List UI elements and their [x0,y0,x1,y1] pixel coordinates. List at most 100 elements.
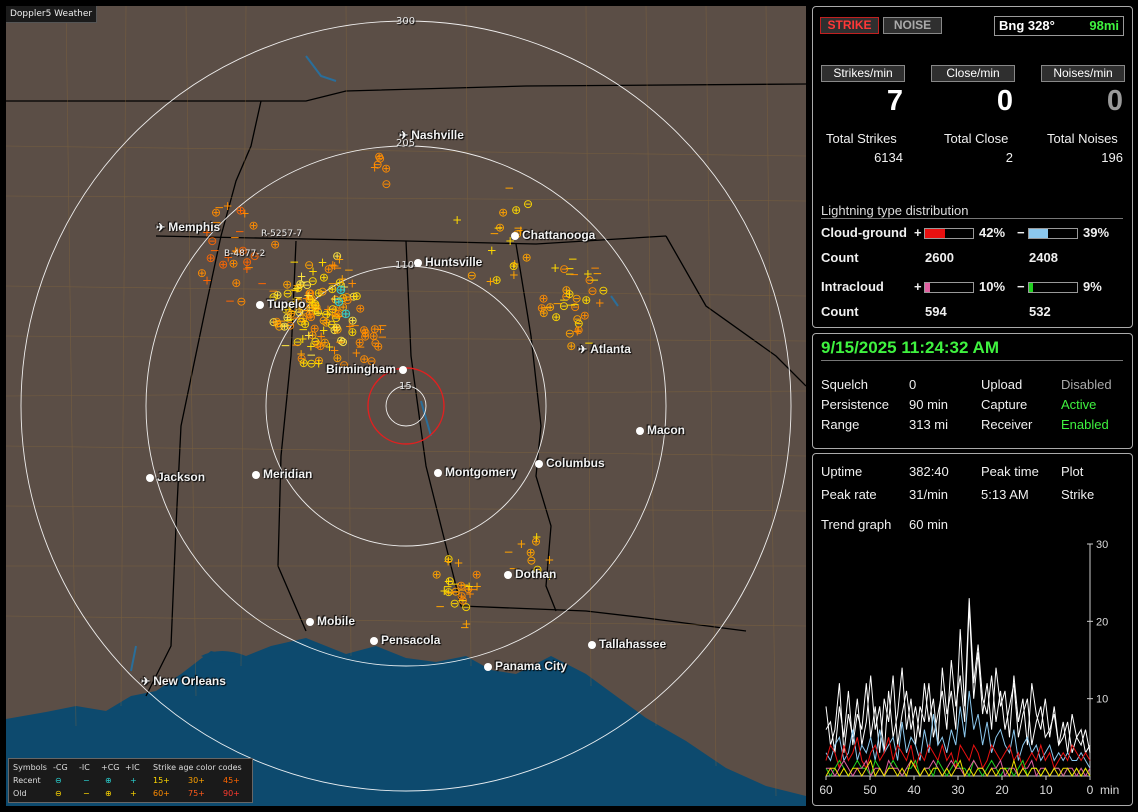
noise-button[interactable]: NOISE [883,17,942,34]
x-tick-label: 0 [1087,783,1094,797]
close-per-min-label: Close/min [931,65,1015,82]
city-mobile[interactable]: Mobile [306,614,355,628]
strike-marker: + [334,252,344,266]
ring-label-15: 15 [399,381,412,392]
legend-neg-cg: -CG [53,763,68,772]
station-label-r5257[interactable]: R-5257-7 [261,229,302,239]
y-tick-label: 30 [1096,539,1108,551]
intracloud-label: Intracloud [821,279,884,294]
city-nashville[interactable]: ✈ Nashville [399,128,464,142]
capture-label: Capture [981,397,1028,412]
strike-marker: ⊕ [355,335,365,349]
status-panel: 9/15/2025 11:24:32 AM Squelch 0 Upload D… [812,333,1133,449]
total-strikes-label: Total Strikes [826,131,897,146]
total-strikes-value: 6134 [874,150,903,165]
peak-rate-value: 31/min [909,487,949,502]
city-tupelo[interactable]: Tupelo [256,297,305,311]
map-canvas[interactable]: ⊕−−⊕⊖−⊕⊖⊕−−⊕+⊕ +⊖⊖ ⊕−+⊖+⊖−⊖⊖+−⊕⊕⊖⊖⊕⊕−−⊖⊕+−… [6,6,806,806]
strike-marker: + [544,553,554,567]
neg-cg-old-icon: ⊖ [55,789,62,798]
city-tallahassee[interactable]: Tallahassee [588,637,666,651]
noises-per-min-value: 0 [1106,85,1123,117]
total-noises-label: Total Noises [1047,131,1118,146]
strike-marker: − [503,545,513,559]
uptime-label: Uptime [821,464,863,479]
capture-value: Active [1061,397,1097,412]
trend-graph-value[interactable]: 60 min [909,517,948,532]
city-montgomery[interactable]: Montgomery [434,465,517,479]
strike-marker: ⊕ [522,251,532,265]
age-75: 75+ [188,789,205,798]
strike-marker: ⊕ [248,218,258,232]
neg-cg-recent-icon: ⊖ [55,776,62,785]
strike-marker: ⊖ [310,335,320,349]
distribution-title: Lightning type distribution [821,203,969,218]
city-dot-icon [414,259,422,267]
pos-cg-recent-icon: ⊕ [105,776,112,785]
pos-ic-old-icon: + [130,789,137,798]
city-macon[interactable]: Macon [636,423,685,437]
strike-marker: + [443,554,453,568]
strike-marker: + [485,275,495,289]
bearing-distance: 98mi [1089,18,1119,33]
trend-panel: Uptime 382:40 Peak time Plot Peak rate 3… [812,453,1133,806]
strike-marker: − [489,226,499,240]
cloud-ground-label: Cloud-ground [821,225,907,240]
strike-marker: + [452,213,462,227]
strike-marker: − [445,586,455,600]
strike-marker: ⊕ [498,205,508,219]
strike-marker: ⊕ [299,356,309,370]
city-chattanooga[interactable]: Chattanooga [511,228,595,242]
ic-minus-pct: 9% [1083,279,1102,294]
strike-marker: − [214,201,224,215]
city-birmingham[interactable]: Birmingham [326,362,410,376]
plot-value[interactable]: Strike [1061,487,1094,502]
strike-marker: ⊖ [467,268,477,282]
city-huntsville[interactable]: Huntsville [414,255,482,269]
strike-marker: + [242,262,252,276]
city-columbus[interactable]: Columbus [535,456,605,470]
upload-label: Upload [981,377,1023,392]
airport-icon: ✈ [141,676,151,688]
city-memphis[interactable]: ✈ Memphis [156,220,220,234]
legend-neg-ic: -IC [79,763,90,772]
airport-icon: ✈ [399,130,409,142]
strikes-per-min-value: 7 [886,85,903,117]
city-jackson[interactable]: Jackson [146,470,205,484]
strike-marker: − [257,277,267,291]
cg-minus-sign: − [1017,225,1025,240]
legend-symbols-label: Symbols [13,763,47,772]
ic-count-label: Count [821,304,859,319]
city-meridian[interactable]: Meridian [252,467,312,481]
ic-plus-bar [924,282,974,293]
strike-button[interactable]: STRIKE [820,17,879,34]
city-pensacola[interactable]: Pensacola [370,633,440,647]
city-dot-icon [399,366,408,374]
cg-minus-bar [1028,228,1078,239]
uptime-value: 382:40 [909,464,949,479]
ring-label-300: 300 [396,16,416,27]
strike-marker: + [453,556,463,570]
lightning-map[interactable]: ⊕ − − ⊕ ⊖ − ⊕ ⊖ ⊕ − − ⊕ + ⊕ + ⊖ ⊖ ⊕ − + ⊖ + ⊖ − ⊖ ⊖ + − ⊕ ⊕ ⊖ ⊖ ⊕ ⊕ − − ⊖ ⊕ + −… [6,6,806,806]
ic-minus-sign: − [1017,279,1025,294]
legend-age-title: Strike age color codes [153,763,242,772]
cg-plus-bar [924,228,974,239]
peak-time-label: Peak time [981,464,1039,479]
symbol-legend: Symbols -CG -IC +CG +IC Strike age color… [8,758,253,803]
peak-rate-label: Peak rate [821,487,877,502]
strike-marker: ⊕ [270,238,280,252]
strike-marker: − [225,294,235,308]
strike-marker: ⊕ [352,289,362,303]
city-dothan[interactable]: Dothan [504,567,556,581]
city-new-orleans[interactable]: ✈ New Orleans [141,674,226,688]
city-atlanta[interactable]: ✈ Atlanta [578,342,631,356]
city-panama-city[interactable]: Panama City [484,659,567,673]
x-tick-label: 30 [951,783,965,797]
strike-marker: − [504,181,514,195]
strike-marker: + [322,307,332,321]
trend-graph-label: Trend graph [821,517,892,532]
y-tick-label: 10 [1096,694,1108,706]
age-15: 15+ [153,776,170,785]
strike-marker: ⊕ [526,546,536,560]
station-label-b4877[interactable]: B-4877-2 [224,249,265,259]
